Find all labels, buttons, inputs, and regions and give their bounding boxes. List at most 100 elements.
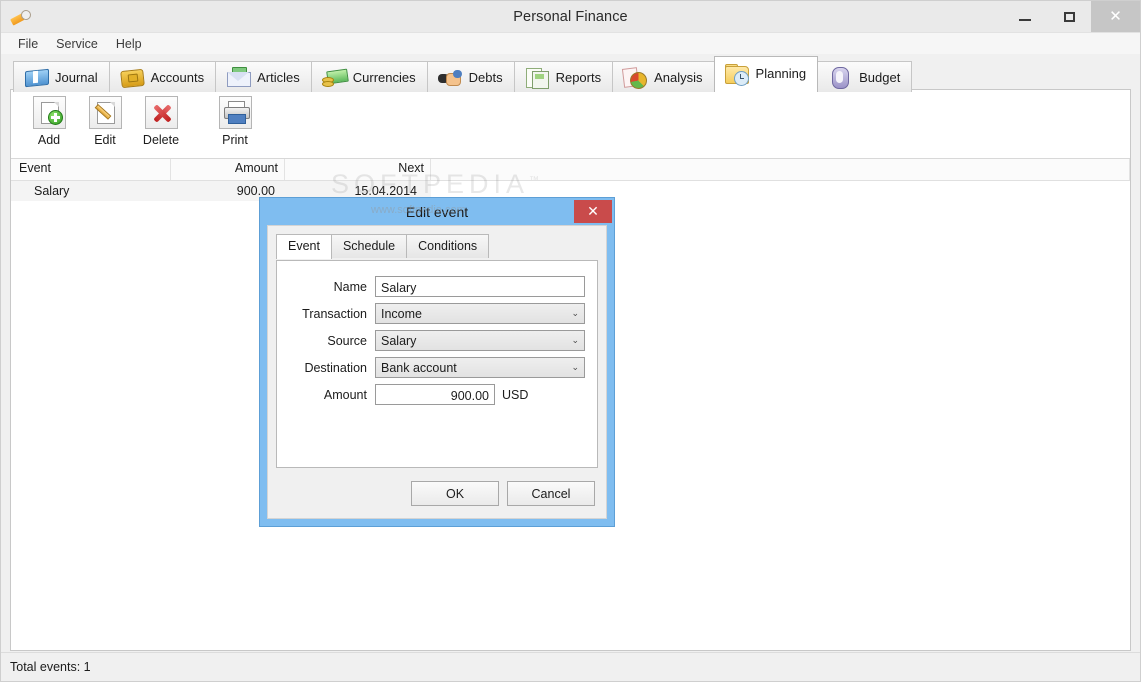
window-controls: ✕: [1003, 1, 1140, 32]
tab-analysis[interactable]: Analysis: [612, 61, 715, 92]
maximize-icon: [1063, 11, 1075, 22]
window-title: Personal Finance: [513, 8, 628, 25]
minimize-icon: [1019, 18, 1031, 21]
close-button[interactable]: ✕: [1091, 1, 1140, 32]
chevron-down-icon: ⌄: [571, 362, 579, 373]
events-table-header: Event Amount Next: [11, 159, 1130, 181]
maximize-button[interactable]: [1047, 1, 1091, 32]
tab-label: Accounts: [150, 69, 205, 85]
tab-label: Reports: [555, 69, 602, 85]
document-edit-icon: [88, 96, 122, 129]
chevron-down-icon: ⌄: [571, 335, 579, 346]
destination-label: Destination: [304, 360, 367, 375]
red-cross-icon: [144, 96, 178, 129]
minimize-button[interactable]: [1003, 1, 1047, 32]
cancel-button[interactable]: Cancel: [507, 481, 595, 506]
name-label: Name: [333, 279, 367, 294]
wallet-icon: [119, 65, 145, 89]
tab-currencies[interactable]: Currencies: [310, 61, 428, 92]
edit-button[interactable]: Edit: [77, 96, 133, 147]
source-value: Salary: [381, 333, 417, 348]
source-select[interactable]: Salary ⌄: [375, 330, 585, 351]
transaction-select[interactable]: Income ⌄: [375, 303, 585, 324]
chevron-down-icon: ⌄: [571, 308, 579, 319]
tab-journal[interactable]: Journal: [13, 61, 110, 92]
field-row-destination: Destination Bank account ⌄: [289, 354, 585, 381]
menu-item-service[interactable]: Service: [47, 35, 107, 53]
edit-event-dialog: Edit event ✕ Event Schedule Conditions N…: [259, 197, 615, 527]
dialog-tab-schedule[interactable]: Schedule: [330, 234, 408, 258]
money-icon: [321, 65, 349, 89]
amount-field[interactable]: 900.00: [375, 384, 495, 405]
toolbar: Add Edit Delete Print: [11, 90, 1130, 159]
tab-accounts[interactable]: Accounts: [108, 61, 217, 92]
source-label: Source: [327, 333, 367, 348]
piechart-icon: [622, 65, 648, 89]
menu-bar: File Service Help: [1, 32, 1140, 54]
handshake-icon: [437, 65, 463, 89]
menu-item-help[interactable]: Help: [107, 35, 151, 53]
dialog-tab-conditions[interactable]: Conditions: [406, 234, 490, 258]
folder-clock-icon: [724, 62, 750, 86]
transaction-value: Income: [381, 306, 422, 321]
close-icon: ✕: [1109, 7, 1122, 25]
tab-label: Currencies: [352, 69, 416, 85]
column-header-event[interactable]: Event: [11, 159, 171, 180]
dialog-body: Event Schedule Conditions Name Salary Tr…: [267, 225, 607, 519]
column-header-filler: [431, 159, 1130, 180]
tab-label: Analysis: [654, 69, 703, 85]
name-field[interactable]: Salary: [375, 276, 585, 297]
document-add-icon: [32, 96, 66, 129]
envelope-icon: [225, 65, 252, 89]
delete-button[interactable]: Delete: [133, 96, 189, 147]
close-icon: ✕: [587, 203, 599, 220]
dialog-title-bar: Edit event ✕: [260, 198, 614, 225]
tab-label: Debts: [468, 69, 503, 85]
tab-reports[interactable]: Reports: [513, 61, 614, 92]
print-button[interactable]: Print: [207, 96, 263, 147]
dialog-button-row: OK Cancel: [411, 481, 595, 506]
transaction-label: Transaction: [302, 306, 367, 321]
cell-event: Salary: [34, 184, 70, 198]
report-icon: [524, 65, 550, 89]
menu-item-file[interactable]: File: [9, 35, 47, 53]
dialog-close-button[interactable]: ✕: [574, 200, 612, 223]
destination-value: Bank account: [381, 360, 457, 375]
tab-label: Budget: [859, 69, 901, 85]
add-button[interactable]: Add: [21, 96, 77, 147]
edit-button-label: Edit: [94, 133, 116, 147]
field-row-name: Name Salary: [289, 273, 585, 300]
cell-next: 15.04.2014: [285, 184, 431, 198]
currency-label: USD: [502, 387, 529, 402]
title-bar: Personal Finance ✕: [1, 1, 1140, 32]
status-text: Total events: 1: [10, 660, 91, 674]
field-row-source: Source Salary ⌄: [289, 327, 585, 354]
cell-amount: 900.00: [236, 184, 275, 198]
tab-label: Articles: [257, 69, 300, 85]
pencil-icon: [10, 7, 33, 28]
paragraph-icon: [827, 65, 853, 89]
dialog-tab-panel: Name Salary Transaction Income ⌄ Source …: [276, 260, 598, 468]
tab-budget[interactable]: Budget: [817, 61, 913, 92]
column-header-amount[interactable]: Amount: [171, 159, 285, 180]
field-row-transaction: Transaction Income ⌄: [289, 300, 585, 327]
status-bar: Total events: 1: [1, 652, 1140, 681]
application-window: Personal Finance ✕ File Service Help Jou…: [0, 0, 1141, 682]
printer-icon: [218, 96, 252, 129]
tab-articles[interactable]: Articles: [215, 61, 312, 92]
dialog-tab-strip: Event Schedule Conditions: [268, 226, 606, 259]
ok-button[interactable]: OK: [411, 481, 499, 506]
main-tab-strip: Journal Accounts Articles Currencies Deb…: [1, 54, 1140, 92]
add-button-label: Add: [37, 133, 61, 147]
amount-label: Amount: [323, 387, 367, 402]
column-header-next[interactable]: Next: [285, 159, 431, 180]
tab-label: Planning: [755, 66, 807, 81]
destination-select[interactable]: Bank account ⌄: [375, 357, 585, 378]
tab-planning[interactable]: Planning: [713, 56, 819, 92]
tab-debts[interactable]: Debts: [426, 61, 515, 92]
dialog-tab-event[interactable]: Event: [276, 234, 332, 259]
dialog-title: Edit event: [405, 203, 469, 220]
delete-button-label: Delete: [142, 133, 180, 147]
print-button-label: Print: [222, 133, 248, 147]
tab-label: Journal: [55, 69, 98, 85]
